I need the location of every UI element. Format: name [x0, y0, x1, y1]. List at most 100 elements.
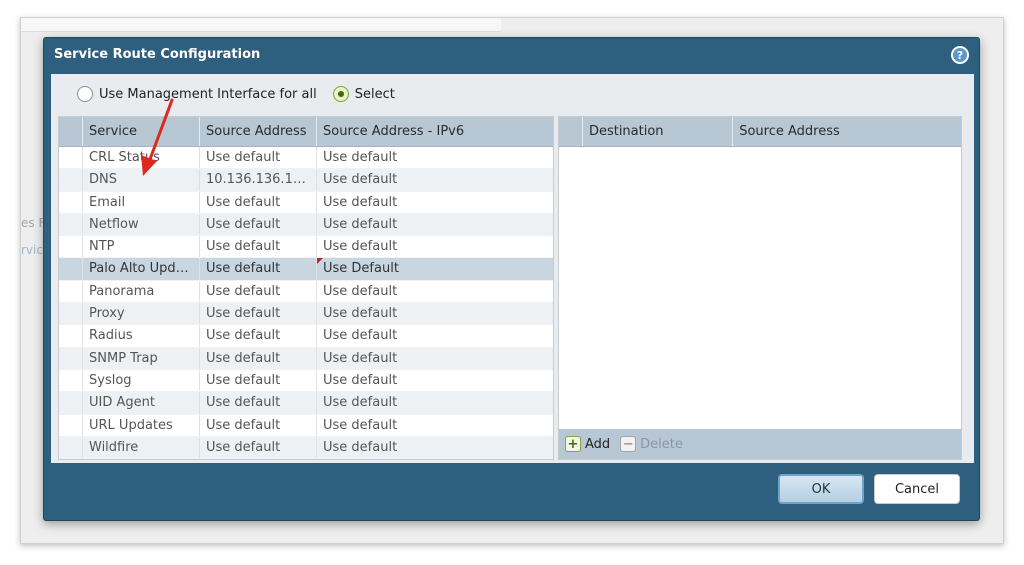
table-row[interactable]: SNMP Trap Use default Use default	[59, 347, 553, 370]
source-address-ipv6-cell: Use default	[323, 194, 398, 210]
table-row[interactable]: Panorama Use default Use default	[59, 280, 553, 304]
ok-button[interactable]: OK	[778, 474, 864, 504]
table-row[interactable]: URL Updates Use default Use default	[59, 414, 553, 437]
delete-label: Delete	[640, 436, 683, 452]
cancel-button[interactable]: Cancel	[874, 474, 960, 504]
source-address-ipv6-cell: Use default	[323, 350, 398, 366]
radio-label-management: Use Management Interface for all	[99, 86, 317, 102]
service-name-cell[interactable]: Wildfire	[83, 436, 200, 459]
source-address-ipv6-cell: Use default	[323, 372, 398, 388]
source-address-cell: Use default	[200, 213, 317, 236]
service-name-cell[interactable]: Netflow	[83, 213, 200, 236]
radio-label-select: Select	[354, 86, 395, 102]
modified-marker-icon	[317, 258, 323, 265]
table-row[interactable]: Radius Use default Use default	[59, 325, 553, 348]
service-table-header: Service Source Address Source Address - …	[59, 117, 553, 147]
source-address-cell: Use default	[200, 303, 317, 325]
source-address-cell: Use default	[200, 191, 317, 213]
source-address-ipv6-cell: Use default	[323, 172, 398, 188]
table-row[interactable]: DNS 10.136.136.101/... Use default	[59, 169, 553, 192]
source-address-ipv6-cell: Use default	[323, 417, 398, 433]
row-select-cell	[59, 436, 83, 459]
service-name-cell[interactable]: Radius	[83, 325, 200, 347]
row-select-cell	[59, 303, 83, 325]
service-name-cell[interactable]: Proxy	[83, 303, 200, 325]
service-name-cell[interactable]: Panorama	[83, 280, 200, 303]
radio-use-management[interactable]: Use Management Interface for all	[77, 86, 317, 102]
row-select-cell	[59, 280, 83, 303]
table-row[interactable]: UID Agent Use default Use default	[59, 392, 553, 415]
header-select-column[interactable]	[559, 117, 583, 146]
service-name-cell[interactable]: SNMP Trap	[83, 347, 200, 369]
service-name-cell[interactable]: Syslog	[83, 369, 200, 392]
help-icon[interactable]: ?	[951, 46, 969, 64]
service-table-body: CRL Status Use default Use default DNS 10.13…	[59, 147, 553, 459]
source-address-cell: Use default	[200, 258, 317, 280]
row-select-cell	[59, 369, 83, 392]
source-address-ipv6-cell: Use default	[323, 306, 398, 322]
row-select-cell	[59, 414, 83, 436]
row-select-cell	[59, 169, 83, 191]
source-address-cell: Use default	[200, 369, 317, 392]
service-name-cell[interactable]: Palo Alto Updates	[83, 258, 200, 280]
header-destination[interactable]: Destination	[583, 117, 734, 146]
radio-select[interactable]: Select	[332, 86, 395, 102]
table-row[interactable]: CRL Status Use default Use default	[59, 147, 553, 170]
table-row[interactable]: Wildfire Use default Use default	[59, 436, 553, 459]
dialog-content: Use Management Interface for all Select …	[51, 74, 974, 463]
source-address-ipv6-cell: Use default	[323, 216, 398, 232]
source-address-ipv6-cell: Use default	[323, 395, 398, 411]
table-row[interactable]: NTP Use default Use default	[59, 236, 553, 259]
table-row[interactable]: Syslog Use default Use default	[59, 369, 553, 393]
background-panel	[21, 18, 501, 32]
row-select-cell	[59, 347, 83, 369]
service-route-dialog: Service Route Configuration ? Use Manage…	[43, 37, 980, 521]
source-address-cell: Use default	[200, 280, 317, 303]
source-address-cell: Use default	[200, 414, 317, 436]
radio-button-checked[interactable]	[332, 86, 349, 102]
header-service[interactable]: Service	[83, 117, 200, 146]
service-name-cell[interactable]: UID Agent	[83, 392, 200, 414]
source-address-cell: Use default	[200, 147, 317, 169]
source-address-cell: Use default	[200, 392, 317, 414]
service-name-cell[interactable]: URL Updates	[83, 414, 200, 436]
row-select-cell	[59, 392, 83, 414]
source-address-ipv6-cell: Use default	[323, 283, 398, 299]
row-select-cell	[59, 213, 83, 236]
dialog-title-bar: Service Route Configuration ?	[44, 38, 979, 72]
source-address-ipv6-cell: Use Default	[317, 258, 553, 279]
add-label: Add	[585, 436, 611, 452]
source-address-cell: 10.136.136.101/...	[200, 169, 317, 191]
row-select-cell	[59, 325, 83, 347]
interface-radio-group: Use Management Interface for all Select	[77, 84, 411, 104]
service-table: Service Source Address Source Address - …	[58, 116, 554, 460]
source-address-cell: Use default	[200, 236, 317, 258]
source-address-ipv6-cell: Use default	[323, 328, 398, 344]
plus-icon: +	[565, 436, 581, 452]
destination-toolbar: + Add − Delete	[559, 429, 961, 459]
delete-button[interactable]: − Delete	[620, 436, 683, 452]
table-row[interactable]: Email Use default Use default	[59, 191, 553, 214]
dialog-title: Service Route Configuration	[54, 47, 261, 62]
minus-icon: −	[620, 436, 637, 452]
header-destination-source[interactable]: Source Address	[733, 117, 961, 146]
source-address-cell: Use default	[200, 436, 317, 459]
table-row[interactable]: Netflow Use default Use default	[59, 213, 553, 237]
service-name-cell[interactable]: CRL Status	[83, 147, 200, 169]
cell-text: Use Default	[323, 261, 399, 277]
source-address-ipv6-cell: Use default	[323, 150, 398, 165]
service-name-cell[interactable]: Email	[83, 191, 200, 213]
source-address-cell: Use default	[200, 347, 317, 369]
header-source-address-ipv6[interactable]: Source Address - IPv6	[317, 117, 553, 146]
table-row[interactable]: Palo Alto Updates Use default Use Default	[59, 258, 553, 281]
add-button[interactable]: + Add	[565, 436, 610, 452]
source-address-cell: Use default	[200, 325, 317, 347]
table-row[interactable]: Proxy Use default Use default	[59, 303, 553, 326]
destination-table-header: Destination Source Address	[559, 117, 961, 147]
service-name-cell[interactable]: NTP	[83, 236, 200, 258]
header-select-column[interactable]	[59, 117, 83, 146]
row-select-cell	[59, 258, 83, 280]
radio-button-unchecked[interactable]	[77, 86, 93, 102]
service-name-cell[interactable]: DNS	[83, 169, 200, 191]
header-source-address[interactable]: Source Address	[200, 117, 317, 146]
